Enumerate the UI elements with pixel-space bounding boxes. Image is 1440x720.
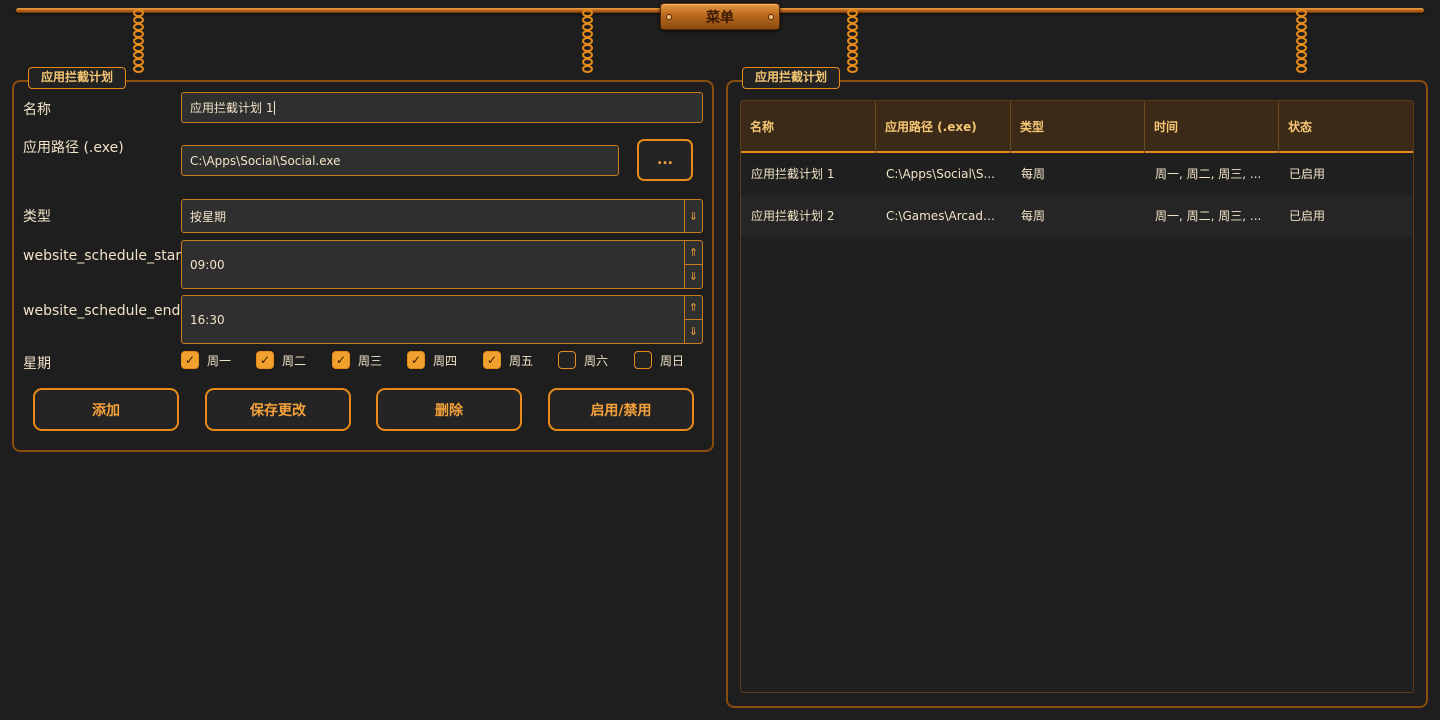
start-time-value: 09:00	[190, 257, 225, 272]
arrow-down-icon[interactable]: ⇓	[685, 320, 702, 344]
arrow-down-icon[interactable]: ⇓	[685, 265, 702, 289]
days-label: 星期	[23, 356, 51, 372]
table-row[interactable]: 应用拦截计划 1 C:\Apps\Social\S... 每周 周一, 周二, …	[741, 153, 1413, 195]
save-button[interactable]: 保存更改	[205, 388, 351, 431]
arrow-up-icon[interactable]: ⇑	[685, 241, 702, 265]
text-caret	[274, 100, 276, 115]
end-time-label: website_schedule_end	[23, 303, 181, 319]
day-label: 周二	[282, 353, 307, 368]
name-label: 名称	[23, 102, 51, 118]
start-time-label: website_schedule_start	[23, 248, 187, 264]
column-header[interactable]: 名称	[741, 101, 876, 153]
table-cell: 周一, 周二, 周三, ...	[1155, 167, 1262, 181]
check-icon: ✓	[332, 351, 350, 369]
day-checkbox-sat[interactable]: 周六	[558, 351, 608, 369]
type-label: 类型	[23, 209, 51, 225]
day-checkbox-sun[interactable]: 周日	[634, 351, 684, 369]
table-cell: 应用拦截计划 2	[751, 209, 835, 223]
delete-button[interactable]: 删除	[376, 388, 522, 431]
column-header[interactable]: 状态	[1279, 101, 1413, 153]
arrow-down-icon[interactable]: ⇓	[684, 200, 702, 232]
toggle-button[interactable]: 启用/禁用	[548, 388, 694, 431]
table-cell: C:\Apps\Social\S...	[886, 167, 995, 181]
day-label: 周六	[584, 353, 609, 368]
day-checkbox-tue[interactable]: ✓ 周二	[256, 351, 306, 369]
list-panel-title: 应用拦截计划	[742, 67, 841, 89]
type-select-value: 按星期	[190, 209, 227, 224]
weekday-checkboxes: ✓ 周一 ✓ 周二 ✓ 周三 ✓ 周四 ✓ 周五 周六 周日	[181, 351, 701, 371]
day-label: 周一	[207, 353, 232, 368]
column-header[interactable]: 时间	[1145, 101, 1279, 153]
arrow-up-icon[interactable]: ⇑	[685, 296, 702, 320]
table-cell: 已启用	[1289, 167, 1326, 181]
end-time-spinner: ⇑ ⇓	[684, 296, 702, 343]
table-header: 名称 应用路径 (.exe) 类型 时间 状态	[741, 101, 1413, 153]
schedule-table: 名称 应用路径 (.exe) 类型 时间 状态 应用拦截计划 1 C:\Apps…	[740, 100, 1414, 693]
table-cell: 周一, 周二, 周三, ...	[1155, 209, 1262, 223]
day-checkbox-fri[interactable]: ✓ 周五	[483, 351, 533, 369]
check-icon: ✓	[483, 351, 501, 369]
type-select[interactable]: 按星期 ⇓	[181, 199, 703, 233]
chain-decoration	[580, 9, 594, 78]
check-icon: ✓	[407, 351, 425, 369]
end-time-value: 16:30	[190, 312, 225, 327]
chain-decoration	[845, 9, 859, 78]
name-input[interactable]: 应用拦截计划 1	[181, 92, 703, 123]
day-checkbox-wed[interactable]: ✓ 周三	[332, 351, 382, 369]
end-time-input[interactable]: 16:30 ⇑ ⇓	[181, 295, 703, 344]
start-time-input[interactable]: 09:00 ⇑ ⇓	[181, 240, 703, 289]
table-cell: 每周	[1021, 167, 1046, 181]
day-label: 周日	[660, 353, 685, 368]
table-cell: C:\Games\Arcade...	[886, 209, 1001, 223]
day-label: 周五	[509, 353, 534, 368]
path-input-value: C:\Apps\Social\Social.exe	[190, 153, 341, 168]
app-window: 菜单 应用拦截计划 名称 应用拦截计划 1 应用路径 (.exe) C:\App…	[0, 0, 1440, 720]
rivet-icon	[768, 14, 774, 20]
day-checkbox-thu[interactable]: ✓ 周四	[407, 351, 457, 369]
path-input[interactable]: C:\Apps\Social\Social.exe	[181, 145, 619, 176]
rivet-icon	[666, 14, 672, 20]
path-label: 应用路径 (.exe)	[23, 140, 124, 156]
add-button[interactable]: 添加	[33, 388, 179, 431]
table-cell: 应用拦截计划 1	[751, 167, 835, 181]
table-cell: 已启用	[1289, 209, 1326, 223]
start-time-spinner: ⇑ ⇓	[684, 241, 702, 288]
column-header[interactable]: 类型	[1011, 101, 1145, 153]
table-cell: 每周	[1021, 209, 1046, 223]
table-row[interactable]: 应用拦截计划 2 C:\Games\Arcade... 每周 周一, 周二, 周…	[741, 195, 1413, 237]
browse-button[interactable]: ...	[637, 139, 693, 181]
day-checkbox-mon[interactable]: ✓ 周一	[181, 351, 231, 369]
menu-button[interactable]: 菜单	[660, 3, 780, 30]
menu-label: 菜单	[706, 9, 734, 26]
name-input-value: 应用拦截计划 1	[190, 101, 274, 115]
checkbox-icon	[634, 351, 652, 369]
column-header[interactable]: 应用路径 (.exe)	[876, 101, 1011, 153]
day-label: 周三	[358, 353, 383, 368]
check-icon: ✓	[181, 351, 199, 369]
editor-panel-title: 应用拦截计划	[28, 67, 127, 89]
checkbox-icon	[558, 351, 576, 369]
chain-decoration	[131, 9, 145, 78]
day-label: 周四	[433, 353, 458, 368]
chain-decoration	[1294, 9, 1308, 78]
check-icon: ✓	[256, 351, 274, 369]
